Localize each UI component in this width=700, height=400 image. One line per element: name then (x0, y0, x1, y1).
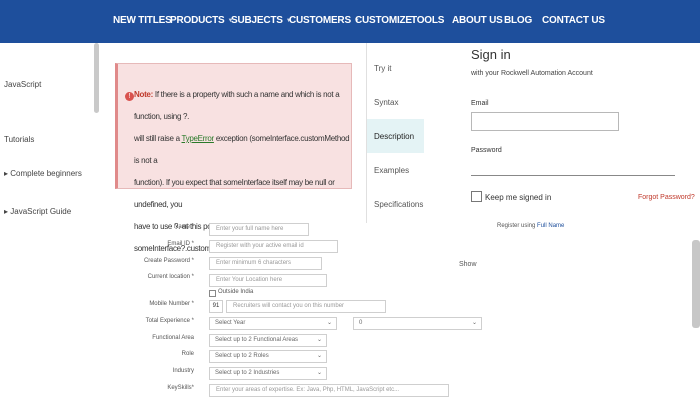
nav-customize[interactable]: CUSTOMIZE (355, 15, 412, 26)
nav-subjects[interactable]: SUBJECTS ▼ (231, 15, 292, 26)
register-using-full-name-link[interactable]: Full Name (537, 223, 564, 229)
current-location-label: Current location * (147, 274, 194, 280)
register-using-text: Register using Full Name (497, 223, 565, 229)
role-label: Role (181, 351, 194, 357)
note-label: Note: (134, 90, 153, 99)
create-password-input[interactable]: Enter minimum 6 characters (209, 257, 322, 270)
chevron-down-icon: ⌄ (471, 320, 477, 326)
country-code: 91 (209, 300, 223, 313)
chevron-down-icon: ⌄ (326, 320, 332, 326)
tab-syntax[interactable]: Syntax (367, 85, 424, 119)
functional-area-select[interactable]: Select up to 2 Functional Areas ⌄ (209, 334, 327, 347)
sidebar-link-javascript[interactable]: JavaScript (4, 80, 41, 89)
show-password-link[interactable]: Show (459, 261, 477, 268)
email-field[interactable] (471, 112, 619, 131)
name-label: Name * (173, 224, 194, 230)
name-input[interactable]: Enter your full name here (209, 223, 309, 236)
email-id-label: Email ID * (167, 241, 194, 247)
top-navigation: NEW TITLES PRODUCTS ▼ SUBJECTS ▼ CUSTOMERS… (0, 0, 700, 43)
password-field[interactable] (471, 175, 675, 176)
email-id-input[interactable]: Register with your active email id (209, 240, 338, 253)
keep-signed-in-checkbox[interactable] (471, 191, 482, 202)
signin-subtitle: with your Rockwell Automation Account (471, 70, 593, 77)
tab-examples[interactable]: Examples (367, 153, 424, 187)
signin-panel: Sign in with your Rockwell Automation Ac… (471, 43, 700, 223)
current-location-input[interactable]: Enter Your Location here (209, 274, 327, 287)
typeerror-link[interactable]: TypeError (182, 134, 215, 143)
nav-blog[interactable]: BLOG (504, 15, 532, 26)
nav-customers[interactable]: CUSTOMERS ▼ (289, 15, 360, 26)
password-label: Password (471, 147, 502, 154)
tab-description[interactable]: Description (367, 119, 424, 153)
forgot-password-link[interactable]: Forgot Password? (638, 194, 695, 201)
nav-about-us[interactable]: ABOUT US (452, 15, 503, 26)
mobile-number-input[interactable]: Recruiters will contact you on this numb… (226, 300, 386, 313)
keyskills-label: KeySkills* (167, 385, 194, 391)
create-password-label: Create Password * (143, 258, 194, 264)
chevron-down-icon: ⌄ (316, 353, 322, 359)
left-sidebar: JavaScript Tutorials ▸ Complete beginner… (0, 43, 100, 400)
alert-icon: ! (125, 92, 134, 101)
keyskills-input[interactable]: Enter your areas of expertise. Ex: Java,… (209, 384, 449, 397)
note-callout: ! Note: If there is a property with such… (115, 63, 352, 253)
mobile-number-label: Mobile Number * (149, 301, 194, 307)
chevron-down-icon: ⌄ (316, 370, 322, 376)
industry-label: Industry (172, 368, 194, 374)
signin-title: Sign in (471, 47, 511, 62)
role-select[interactable]: Select up to 2 Roles ⌄ (209, 350, 327, 363)
sidebar-link-complete-beginners[interactable]: ▸ Complete beginners (4, 169, 82, 178)
experience-month-select[interactable]: 0 ⌄ (353, 317, 482, 330)
functional-area-label: Functional Area (152, 335, 194, 341)
page-scrollbar-thumb[interactable] (692, 240, 700, 328)
sidebar-heading-tutorials: Tutorials (4, 135, 35, 144)
tab-specifications[interactable]: Specifications (367, 187, 424, 221)
section-tabs: Try it Syntax Description Examples Speci… (366, 43, 424, 223)
experience-year-select[interactable]: Select Year ⌄ (209, 317, 337, 330)
nav-contact-us[interactable]: CONTACT US (542, 15, 605, 26)
outside-india-label: Outside India (218, 289, 254, 295)
nav-new-titles[interactable]: NEW TITLES (113, 15, 172, 26)
email-label: Email (471, 100, 489, 107)
total-experience-label: Total Experience * (145, 318, 194, 324)
nav-products[interactable]: PRODUCTS ▼ (170, 15, 233, 26)
keep-signed-in-label: Keep me signed in (485, 193, 552, 202)
sidebar-link-javascript-guide[interactable]: ▸ JavaScript Guide (4, 207, 71, 216)
tab-try-it[interactable]: Try it (367, 51, 424, 85)
chevron-down-icon: ⌄ (316, 337, 322, 343)
outside-india-checkbox[interactable] (209, 290, 216, 297)
industry-select[interactable]: Select up to 2 Industries ⌄ (209, 367, 327, 380)
nav-tools[interactable]: TOOLS (411, 15, 444, 26)
left-scrollbar-thumb[interactable] (94, 43, 99, 113)
